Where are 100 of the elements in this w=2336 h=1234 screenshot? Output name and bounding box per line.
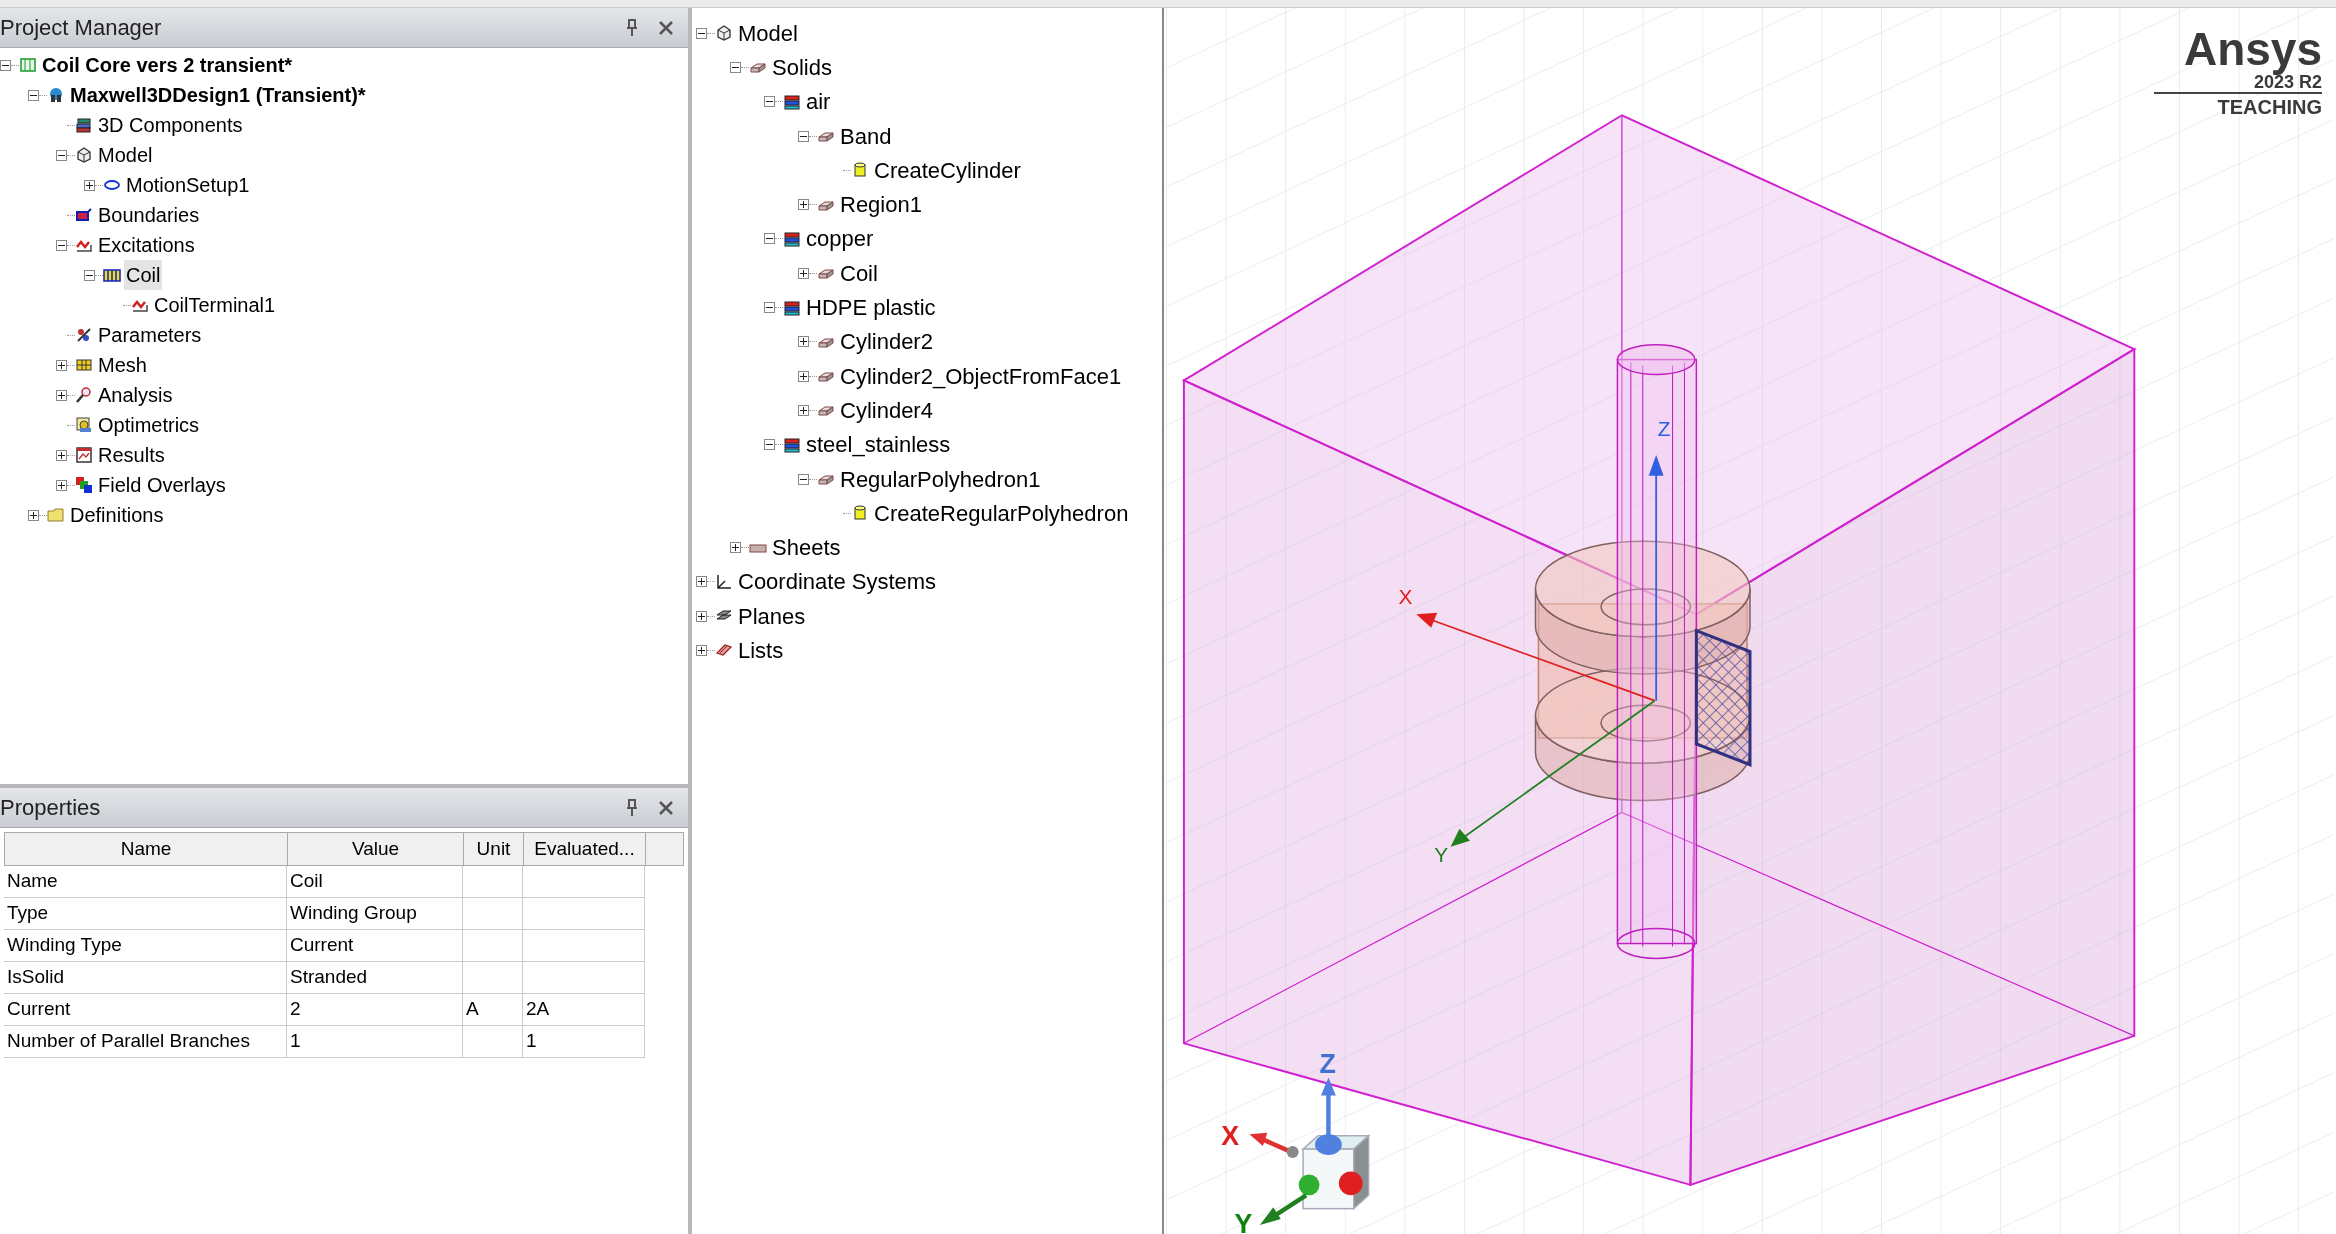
tree-item[interactable]: Mesh	[96, 350, 149, 380]
tree-item[interactable]: Coordinate Systems	[736, 565, 939, 599]
expand-toggle[interactable]	[798, 404, 809, 416]
tree-item[interactable]: Cylinder4	[838, 393, 935, 427]
collapse-toggle[interactable]	[56, 149, 67, 161]
tree-item[interactable]: Cylinder2	[838, 325, 935, 359]
tree-item[interactable]: CreateCylinder	[872, 153, 1023, 187]
expand-toggle[interactable]	[798, 336, 809, 348]
table-cell: IsSolid	[4, 962, 287, 994]
tree-item[interactable]: copper	[804, 222, 876, 256]
table-cell	[463, 962, 523, 994]
table-cell: 2A	[523, 994, 645, 1026]
table-cell: Stranded	[287, 962, 463, 994]
collapse-toggle[interactable]	[730, 61, 741, 73]
table-cell: Winding Type	[4, 930, 287, 962]
pin-icon[interactable]	[624, 18, 640, 37]
table-cell	[463, 1026, 523, 1058]
collapse-toggle[interactable]	[764, 233, 775, 245]
tree-item[interactable]: Solids	[770, 50, 834, 84]
table-cell: 2	[287, 994, 463, 1026]
table-cell: A	[463, 994, 523, 1026]
model-icon	[715, 24, 733, 43]
expand-toggle[interactable]	[696, 610, 707, 622]
triad-y-arrow	[1259, 1193, 1308, 1226]
expand-toggle[interactable]	[84, 179, 95, 191]
design-icon	[47, 86, 65, 104]
material-layers-icon	[783, 435, 801, 454]
tree-item[interactable]: MotionSetup1	[124, 170, 252, 200]
3d-viewport[interactable]: X Y Z Z X Y Ansys 2023 R2 TEACHING	[1162, 8, 2336, 1234]
table-cell: Name	[4, 866, 287, 898]
tree-item[interactable]: Lists	[736, 634, 786, 667]
collapse-toggle[interactable]	[798, 130, 809, 142]
project-icon	[19, 56, 37, 74]
tree-item[interactable]: Parameters	[96, 320, 204, 350]
collapse-toggle[interactable]	[56, 239, 67, 251]
collapse-toggle[interactable]	[764, 96, 775, 108]
tree-item[interactable]: Definitions	[68, 500, 166, 530]
close-icon[interactable]	[658, 19, 674, 36]
coil-icon	[103, 266, 121, 284]
tree-item[interactable]: RegularPolyhedron1	[838, 462, 1043, 496]
tree-item[interactable]: Coil	[838, 256, 880, 290]
tree-item[interactable]: Planes	[736, 599, 808, 633]
triad-label: Z	[1319, 1049, 1336, 1080]
expand-toggle[interactable]	[798, 267, 809, 279]
coordinate-axes-icon	[715, 572, 733, 591]
cylinder-icon	[851, 504, 869, 523]
tree-item[interactable]: CoilTerminal1	[152, 290, 278, 320]
tree-item[interactable]: Optimetrics	[96, 410, 202, 440]
triad-z-arrow	[1320, 1077, 1336, 1138]
tree-item[interactable]: Results	[96, 440, 167, 470]
table-cell: Number of Parallel Branches	[4, 1026, 287, 1058]
tree-item[interactable]: Sheets	[770, 531, 843, 565]
expand-toggle[interactable]	[696, 576, 707, 588]
expand-toggle[interactable]	[56, 449, 67, 461]
tree-item[interactable]: steel_stainless	[804, 428, 953, 462]
tree-item[interactable]: air	[804, 85, 833, 119]
tree-item[interactable]: Band	[838, 119, 894, 153]
collapse-toggle[interactable]	[798, 473, 809, 485]
tree-item[interactable]: CreateRegularPolyhedron	[872, 496, 1131, 530]
tree-item[interactable]: HDPE plastic	[804, 291, 938, 324]
tree-item[interactable]: Coil	[124, 260, 163, 290]
logo-edition: TEACHING	[2217, 95, 2322, 120]
expand-toggle[interactable]	[696, 645, 707, 656]
stacked-layers-icon	[75, 116, 93, 134]
tree-item[interactable]: Model	[96, 140, 155, 170]
pin-icon[interactable]	[624, 798, 640, 817]
tree-item[interactable]: Field Overlays	[96, 470, 228, 500]
expand-toggle[interactable]	[28, 509, 39, 521]
collapse-toggle[interactable]	[764, 439, 775, 451]
chart-window-icon	[75, 446, 93, 464]
expand-toggle[interactable]	[56, 359, 67, 371]
expand-toggle[interactable]	[730, 542, 741, 554]
expand-toggle[interactable]	[798, 370, 809, 382]
expand-toggle[interactable]	[798, 199, 809, 211]
tree-item[interactable]: Boundaries	[96, 200, 202, 230]
tree-item[interactable]: Excitations	[96, 230, 197, 260]
column-header[interactable]: Value	[288, 833, 464, 865]
collapse-toggle[interactable]	[764, 302, 775, 313]
tree-item[interactable]: Model	[736, 16, 800, 50]
collapse-toggle[interactable]	[696, 27, 707, 39]
close-icon[interactable]	[658, 799, 674, 816]
column-header[interactable]: Name	[5, 833, 288, 865]
panel-title: Properties	[0, 794, 102, 822]
tree-item[interactable]: Region1	[838, 188, 924, 222]
tree-item[interactable]: Maxwell3DDesign1 (Transient)*	[68, 80, 368, 110]
material-layers-icon	[783, 298, 801, 317]
collapse-toggle[interactable]	[28, 89, 39, 101]
optimetrics-icon	[75, 416, 93, 434]
material-layers-icon	[783, 229, 801, 248]
collapse-toggle[interactable]	[84, 269, 95, 281]
tree-item[interactable]: Cylinder2_ObjectFromFace1	[838, 359, 1124, 393]
tree-item[interactable]: 3D Components	[96, 110, 245, 140]
tree-item[interactable]: Coil Core vers 2 transient*	[40, 50, 295, 80]
collapse-toggle[interactable]	[0, 59, 11, 71]
expand-toggle[interactable]	[56, 479, 67, 491]
column-header[interactable]: Unit	[464, 833, 524, 865]
triad-x-arrow	[1249, 1132, 1299, 1159]
column-header[interactable]: Evaluated...	[524, 833, 646, 865]
tree-item[interactable]: Analysis	[96, 380, 175, 410]
expand-toggle[interactable]	[56, 389, 67, 401]
